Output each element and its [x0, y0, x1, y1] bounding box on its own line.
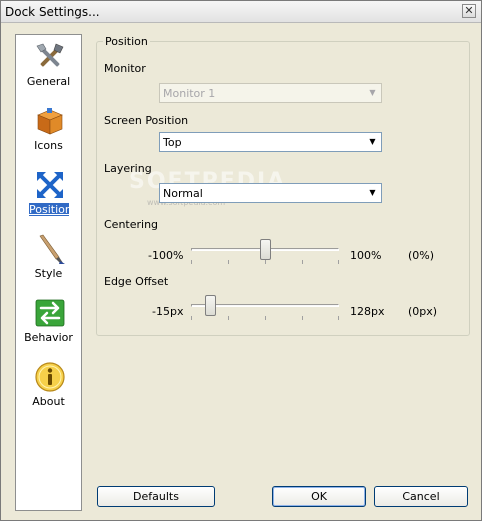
title-bar[interactable]: Dock Settings... ✕ — [1, 1, 481, 23]
swap-arrows-icon — [35, 299, 65, 327]
sidebar-item-about[interactable]: About — [16, 357, 81, 417]
close-button[interactable]: ✕ — [462, 4, 476, 18]
sidebar-item-position[interactable]: Position — [16, 165, 81, 225]
sidebar-item-label: General — [26, 75, 71, 88]
centering-label: Centering — [104, 218, 159, 231]
chevron-down-icon: ▼ — [369, 88, 376, 97]
sidebar-item-label: Position — [29, 203, 72, 216]
centering-current-value: (0%) — [408, 249, 435, 262]
paintbrush-icon — [39, 234, 65, 264]
sidebar-item-label: Style — [34, 267, 63, 280]
edge-offset-min-label: -15px — [152, 305, 184, 318]
sidebar-item-label: About — [32, 395, 65, 408]
screen-position-value: Top — [163, 136, 182, 149]
edge-offset-label: Edge Offset — [104, 275, 169, 288]
monitor-label: Monitor — [104, 62, 146, 75]
chevron-down-icon: ▼ — [369, 188, 376, 197]
centering-slider-thumb[interactable] — [259, 239, 271, 260]
ok-button[interactable]: OK — [272, 486, 366, 507]
sidebar-item-icons[interactable]: Icons — [16, 101, 81, 161]
sidebar-item-behavior[interactable]: Behavior — [16, 293, 81, 353]
edge-offset-slider-thumb[interactable] — [205, 295, 217, 316]
layering-value: Normal — [163, 187, 203, 200]
tools-icon — [36, 43, 64, 67]
monitor-value: Monitor 1 — [163, 87, 216, 100]
chevron-down-icon: ▼ — [369, 137, 376, 146]
layering-label: Layering — [104, 162, 152, 175]
centering-max-label: 100% — [350, 249, 382, 262]
screen-position-label: Screen Position — [104, 114, 189, 127]
centering-ticks — [191, 260, 339, 264]
sidebar-item-label: Icons — [34, 139, 63, 152]
cancel-button[interactable]: Cancel — [374, 486, 468, 507]
position-group-legend: Position — [103, 35, 150, 48]
edge-offset-current-value: (0px) — [408, 305, 438, 318]
monitor-select[interactable]: Monitor 1 ▼ — [159, 83, 382, 103]
edge-offset-ticks — [191, 316, 339, 320]
dock-settings-window: Dock Settings... ✕ General Icons Positio… — [0, 0, 482, 521]
settings-sidebar: General Icons Position Style Behavior Ab… — [15, 34, 82, 511]
centering-min-label: -100% — [148, 249, 184, 262]
sidebar-item-label: Behavior — [24, 331, 73, 344]
info-icon — [35, 362, 65, 392]
screen-position-select[interactable]: Top ▼ — [159, 132, 382, 152]
move-arrows-icon — [37, 172, 63, 198]
edge-offset-max-label: 128px — [350, 305, 385, 318]
close-icon: ✕ — [464, 4, 474, 17]
box-icon — [37, 108, 63, 135]
window-title: Dock Settings... — [5, 5, 100, 19]
sidebar-item-style[interactable]: Style — [16, 229, 81, 289]
defaults-button[interactable]: Defaults — [97, 486, 215, 507]
sidebar-item-general[interactable]: General — [16, 37, 81, 97]
layering-select[interactable]: Normal ▼ — [159, 183, 382, 203]
